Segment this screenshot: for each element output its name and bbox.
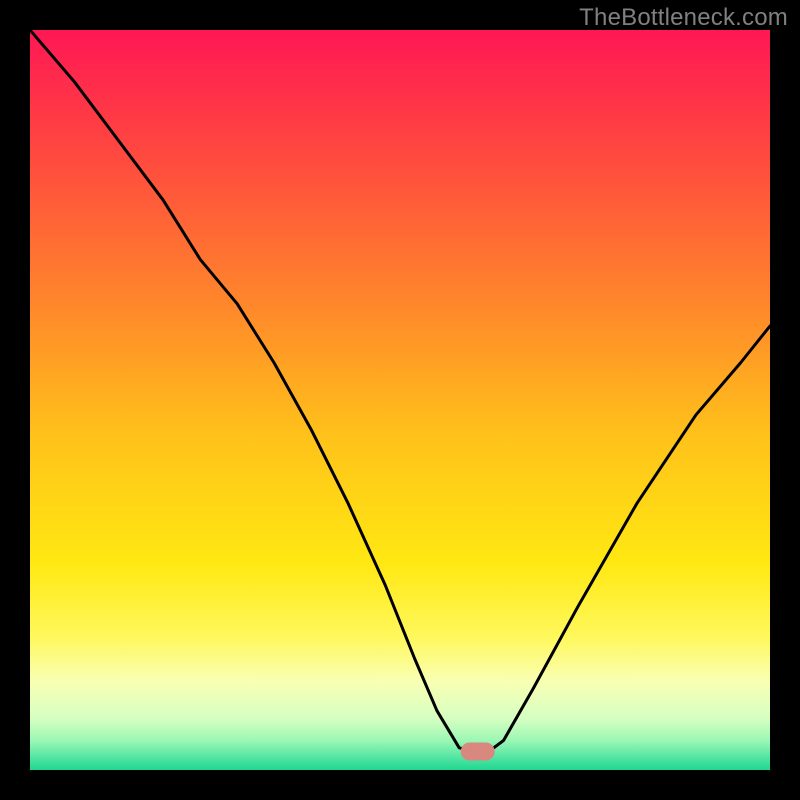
plot-svg (30, 30, 770, 770)
plot-area (30, 30, 770, 770)
chart-frame: TheBottleneck.com (0, 0, 800, 800)
watermark-text: TheBottleneck.com (579, 4, 788, 32)
optimal-marker (461, 743, 495, 761)
gradient-background (30, 30, 770, 770)
